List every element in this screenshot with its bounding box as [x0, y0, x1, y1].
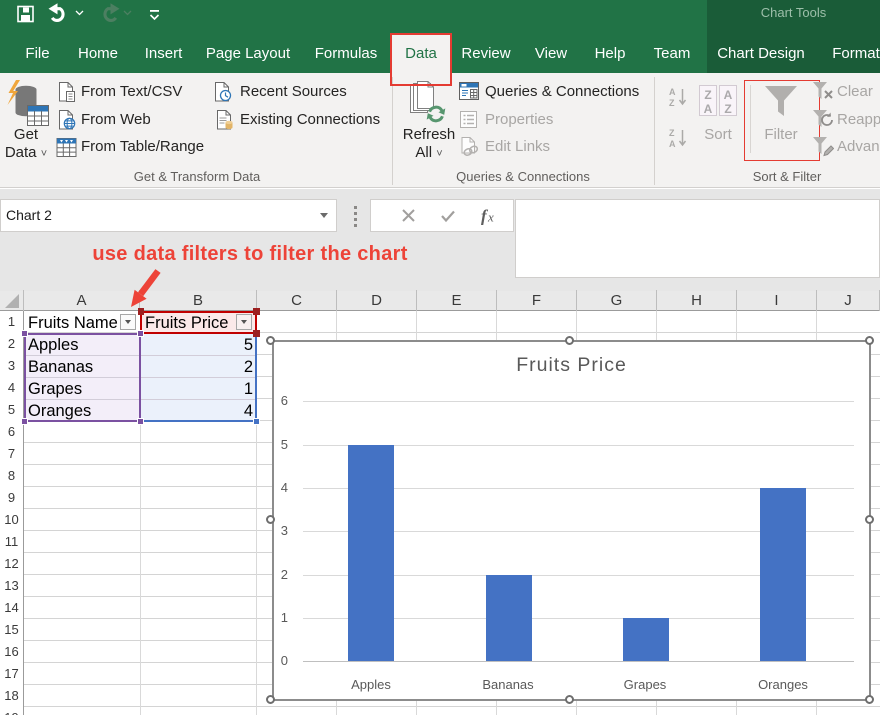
- svg-text:Z: Z: [669, 98, 675, 108]
- svg-text:A: A: [724, 88, 733, 102]
- svg-text:A: A: [669, 139, 676, 149]
- svg-text:A: A: [704, 102, 713, 116]
- svg-text:x: x: [487, 210, 494, 225]
- svg-text:Z: Z: [724, 102, 731, 116]
- svg-text:Z: Z: [704, 88, 711, 102]
- svg-text:A: A: [669, 87, 676, 97]
- svg-text:Z: Z: [669, 128, 675, 138]
